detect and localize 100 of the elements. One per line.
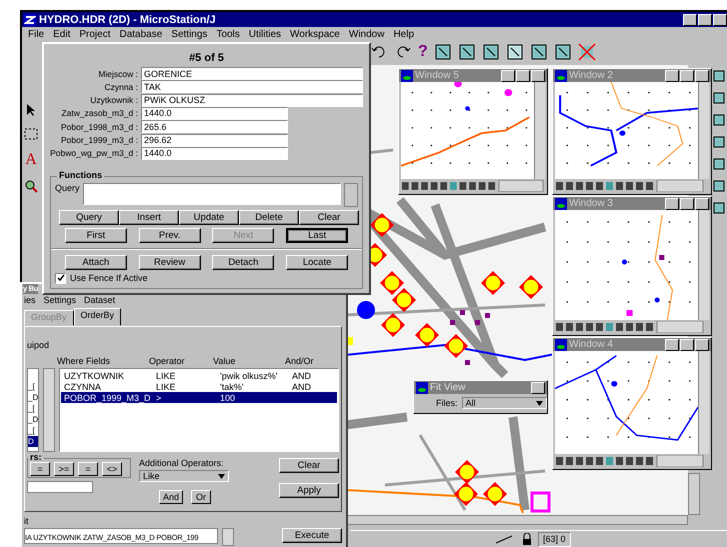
text-tool-button[interactable]: A <box>25 151 37 169</box>
menu-item[interactable]: Database <box>119 28 162 40</box>
pattern-tool-icon[interactable] <box>554 43 572 61</box>
app-icon <box>24 14 36 26</box>
maximize-button[interactable] <box>516 70 530 82</box>
scrollbar[interactable] <box>344 182 358 207</box>
pattern-tool-icon[interactable] <box>530 43 548 61</box>
maximize-button[interactable] <box>680 70 694 82</box>
action-button[interactable]: Attach <box>64 254 127 270</box>
operator-button[interactable]: = <box>30 462 50 476</box>
pattern-tool-icon[interactable] <box>506 43 524 61</box>
operator-button[interactable]: = <box>78 462 98 476</box>
action-button[interactable]: Clear <box>299 210 359 225</box>
hatch-tool-icon[interactable] <box>434 43 452 61</box>
text-field[interactable]: GORENICE <box>141 67 363 80</box>
operator-button[interactable]: >= <box>54 462 74 476</box>
scrollbar[interactable] <box>534 82 545 179</box>
minimize-button[interactable] <box>501 70 515 82</box>
minimize-button[interactable] <box>665 198 679 210</box>
scrollbar[interactable] <box>345 515 688 525</box>
list-item[interactable]: _[ <box>28 403 38 414</box>
close-button[interactable] <box>531 382 545 394</box>
menu-item[interactable]: Project <box>79 28 110 40</box>
files-dropdown[interactable]: All <box>462 397 547 409</box>
input-field[interactable] <box>27 481 93 493</box>
text-field[interactable]: 1440.0 <box>141 146 288 160</box>
text-field[interactable]: 296.62 <box>141 134 288 147</box>
table-row[interactable]: CZYNNA LIKE 'tak%' AND <box>61 381 337 392</box>
tool-icon[interactable] <box>712 91 726 105</box>
close-button[interactable] <box>695 338 709 350</box>
tool-icon[interactable] <box>712 179 726 193</box>
maximize-button[interactable] <box>680 338 694 350</box>
help-button[interactable]: ? <box>418 43 428 61</box>
list-item[interactable]: _D <box>28 414 38 425</box>
maximize-button[interactable] <box>698 14 712 26</box>
tool-icon[interactable] <box>712 201 726 215</box>
action-button[interactable]: Last <box>286 228 348 243</box>
operator-dropdown[interactable]: Like <box>139 470 229 482</box>
action-button[interactable]: Insert <box>119 210 179 225</box>
list-item[interactable]: D <box>28 436 38 447</box>
close-button[interactable] <box>695 198 709 210</box>
query-field[interactable] <box>82 182 341 205</box>
action-button[interactable]: Query <box>59 210 119 225</box>
close-button[interactable] <box>531 70 545 82</box>
action-button[interactable]: Detach <box>212 254 274 270</box>
or-button[interactable]: Or <box>191 490 212 504</box>
operator-button[interactable]: <> <box>102 462 122 476</box>
minimize-button[interactable] <box>683 14 697 26</box>
menu-item[interactable]: Window <box>348 28 384 40</box>
action-button[interactable]: First <box>64 228 127 243</box>
list-item[interactable]: _D <box>28 392 38 403</box>
menu-item[interactable]: Workspace <box>290 28 340 40</box>
text-field[interactable]: 265.6 <box>141 120 288 134</box>
list-item[interactable]: _[ <box>28 425 38 436</box>
apply-button[interactable]: Apply <box>279 483 339 498</box>
minimize-button[interactable] <box>665 338 679 350</box>
scrollbar[interactable] <box>43 368 55 452</box>
text-field[interactable]: 1440.0 <box>141 106 288 120</box>
menu-item[interactable]: Help <box>393 28 414 40</box>
menu-item[interactable]: Settings <box>171 28 208 40</box>
action-button[interactable]: Locate <box>286 254 348 270</box>
menu-item[interactable]: Edit <box>53 28 70 40</box>
table-row[interactable]: UZYTKOWNIK LIKE 'pwik olkusz%' AND <box>61 370 337 381</box>
field-list[interactable]: _[ _D _[ _D _[ D <box>27 368 39 452</box>
well-marker-icon <box>481 271 505 295</box>
menu-item[interactable]: Tools <box>216 28 240 40</box>
tool-icon[interactable] <box>712 135 726 149</box>
action-button[interactable]: Prev. <box>138 228 201 243</box>
clear-button[interactable]: Clear <box>279 458 339 473</box>
execute-button[interactable]: Execute <box>282 528 342 543</box>
menu-item[interactable]: Utilities <box>248 28 282 40</box>
tool-icon[interactable] <box>712 157 726 171</box>
minimize-button[interactable] <box>665 70 679 82</box>
pattern-tool-icon[interactable] <box>482 43 500 61</box>
tool-icon[interactable] <box>712 113 726 127</box>
action-button[interactable]: Update <box>179 210 239 225</box>
tool-icon[interactable] <box>712 69 726 83</box>
list-item[interactable]: _[ <box>28 381 38 392</box>
menu-item[interactable]: Settings <box>44 295 76 305</box>
view-toolbar-drawing[interactable] <box>401 180 545 192</box>
scrollbar[interactable] <box>698 82 709 179</box>
action-button[interactable]: Delete <box>239 210 299 225</box>
action-button[interactable]: Review <box>138 254 201 270</box>
text-field[interactable]: PWiK OLKUSZ <box>141 94 363 107</box>
scrollbar[interactable] <box>222 528 234 546</box>
table-row[interactable]: POBOR_1999_M3_D > 100 <box>61 392 337 403</box>
menu-item[interactable]: File <box>28 28 44 40</box>
menu-item[interactable]: ies <box>24 295 36 305</box>
selection-icon[interactable] <box>24 127 38 141</box>
and-button[interactable]: And <box>159 490 184 504</box>
hatch-tool-icon[interactable] <box>458 43 476 61</box>
tab[interactable]: OrderBy <box>74 308 122 326</box>
text-field[interactable]: TAK <box>141 80 363 94</box>
zoom-icon[interactable] <box>24 179 38 193</box>
maximize-button[interactable] <box>680 198 694 210</box>
scrollbar[interactable] <box>688 473 700 515</box>
menu-item[interactable]: Dataset <box>84 295 116 305</box>
close-button[interactable] <box>713 14 727 26</box>
close-button[interactable] <box>695 70 709 82</box>
checkbox[interactable] <box>55 272 66 284</box>
